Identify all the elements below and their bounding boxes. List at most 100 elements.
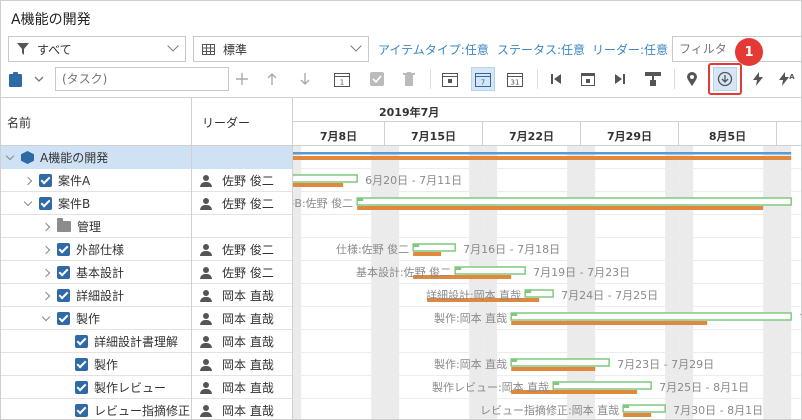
person-icon <box>200 266 212 279</box>
collapse-caret-icon[interactable] <box>41 291 51 300</box>
task-name-input[interactable] <box>55 67 229 91</box>
bar-prefix-label: 基本設計:佐野 俊二 <box>356 265 451 279</box>
map-pin-icon[interactable] <box>683 67 701 91</box>
leader-cell[interactable]: 佐野 俊二 <box>192 261 293 284</box>
leader-cell[interactable]: 岡本 直哉 <box>192 353 293 376</box>
task-name-cell[interactable]: 詳細設計書理解 <box>1 330 192 353</box>
task-name-cell[interactable]: 製作レビュー <box>1 376 192 399</box>
view-filter-select[interactable]: すべて <box>8 36 186 62</box>
calendar-day-icon[interactable] <box>439 67 461 91</box>
leader-cell[interactable]: 岡本 直哉 <box>192 376 293 399</box>
table-row[interactable]: レビュー指摘修正 岡本 直哉 <box>1 399 293 419</box>
table-row[interactable]: A機能の開発 <box>1 146 293 169</box>
trash-icon[interactable] <box>399 67 419 91</box>
task-name-cell[interactable]: レビュー指摘修正 <box>1 399 192 419</box>
task-name-cell[interactable]: A機能の開発 <box>1 146 192 169</box>
task-name-label: 製作 <box>76 312 101 326</box>
actual-bar <box>356 197 792 206</box>
hierarchy-icon[interactable] <box>642 67 664 91</box>
task-name-cell[interactable]: 詳細設計 <box>1 284 192 307</box>
item-type-filter-link[interactable]: アイテムタイプ:任意 <box>378 41 489 58</box>
actual-bar <box>622 404 666 413</box>
collapse-caret-icon[interactable] <box>23 176 33 185</box>
calendar-1-icon[interactable]: 1 <box>331 67 353 91</box>
task-check-icon <box>39 174 52 187</box>
table-row[interactable]: 管理 <box>1 215 293 238</box>
task-name-label: 詳細設計書理解 <box>94 335 179 349</box>
task-name-cell[interactable]: 製作 <box>1 307 192 330</box>
task-name-label: A機能の開発 <box>40 151 109 165</box>
table-row[interactable]: 詳細設計書理解 岡本 直哉 <box>1 330 293 353</box>
leader-cell[interactable]: 岡本 直哉 <box>192 399 293 419</box>
table-row[interactable]: 製作 岡本 直哉 <box>1 307 293 330</box>
table-row[interactable]: 製作 岡本 直哉 <box>1 353 293 376</box>
leader-cell[interactable]: 岡本 直哉 <box>192 307 293 330</box>
chevron-down-icon <box>350 40 362 52</box>
bar-date-label: 7月25日 - 8月1日 <box>659 381 749 394</box>
add-icon[interactable] <box>233 67 251 91</box>
table-row[interactable]: 基本設計 佐野 俊二 <box>1 261 293 284</box>
project-icon <box>21 151 34 164</box>
collapse-caret-icon[interactable] <box>41 222 51 231</box>
skip-first-icon[interactable] <box>546 67 566 91</box>
table-row[interactable]: 案件B 佐野 俊二 <box>1 192 293 215</box>
table-row[interactable]: 詳細設計 岡本 直哉 <box>1 284 293 307</box>
actual-bar <box>412 243 456 252</box>
leader-name: 岡本 直哉 <box>222 289 274 303</box>
leader-name: 岡本 直哉 <box>222 358 274 372</box>
actual-bar-cap <box>553 382 560 385</box>
calendar-week-icon[interactable]: 7 <box>471 67 495 91</box>
leader-cell[interactable]: 佐野 俊二 <box>192 238 293 261</box>
leader-cell[interactable]: 佐野 俊二 <box>192 192 293 215</box>
table-row[interactable]: 案件A 佐野 俊二 <box>1 169 293 192</box>
table-row[interactable]: 製作レビュー 岡本 直哉 <box>1 376 293 399</box>
leader-name: 佐野 俊二 <box>222 243 274 257</box>
leader-cell[interactable] <box>192 215 293 238</box>
skip-last-icon[interactable] <box>610 67 630 91</box>
week-header: 7月29日 <box>581 122 679 146</box>
task-name-cell[interactable]: 基本設計 <box>1 261 192 284</box>
bar-date-label: 7月30日 - 8月1日 <box>673 404 763 417</box>
task-check-icon <box>75 358 88 371</box>
leader-cell[interactable] <box>192 146 293 169</box>
leader-cell[interactable]: 岡本 直哉 <box>192 330 293 353</box>
chevron-down-icon[interactable] <box>31 67 47 91</box>
expand-caret-icon[interactable] <box>23 197 33 207</box>
expand-caret-icon[interactable] <box>5 151 15 161</box>
person-icon <box>200 243 212 256</box>
bar-date-label: 7月23日 - 7月29日 <box>617 358 714 371</box>
column-header-leader[interactable]: リーダー <box>192 98 293 146</box>
approve-icon[interactable] <box>367 67 387 91</box>
today-icon[interactable] <box>578 67 598 91</box>
arrow-up-icon[interactable] <box>263 67 281 91</box>
step-badge: 1 <box>735 38 763 66</box>
status-filter-link[interactable]: ステータス:任意 <box>497 41 585 58</box>
leader-name: 岡本 直哉 <box>222 335 274 349</box>
task-name-cell[interactable]: 管理 <box>1 215 192 238</box>
leader-cell[interactable]: 佐野 俊二 <box>192 169 293 192</box>
clipboard-icon[interactable] <box>7 67 23 91</box>
arrow-down-icon[interactable] <box>296 67 314 91</box>
collapse-caret-icon[interactable] <box>41 268 51 277</box>
task-check-icon <box>39 197 52 210</box>
leader-cell[interactable]: 岡本 直哉 <box>192 284 293 307</box>
lightning-auto-icon[interactable]: A <box>777 67 797 91</box>
column-header-name[interactable]: 名前 <box>1 98 192 146</box>
task-name-cell[interactable]: 製作 <box>1 353 192 376</box>
task-name-cell[interactable]: 案件B <box>1 192 192 215</box>
actual-bar-cap <box>357 198 364 201</box>
plan-bar <box>293 183 344 187</box>
collapse-caret-icon[interactable] <box>41 245 51 254</box>
actual-bar-cap <box>511 313 518 316</box>
lightning-icon[interactable] <box>749 67 767 91</box>
task-name-cell[interactable]: 外部仕様 <box>1 238 192 261</box>
table-row[interactable]: 外部仕様 佐野 俊二 <box>1 238 293 261</box>
bar-prefix-label: 件B:佐野 俊二 <box>293 196 353 210</box>
leader-name: 佐野 俊二 <box>222 197 274 211</box>
task-name-cell[interactable]: 案件A <box>1 169 192 192</box>
task-name-label: 製作レビュー <box>94 381 167 395</box>
calendar-month-icon[interactable]: 31 <box>504 67 526 91</box>
layout-select[interactable]: 標準 <box>193 36 369 62</box>
leader-filter-link[interactable]: リーダー:任意 <box>592 41 668 58</box>
expand-caret-icon[interactable] <box>41 312 51 322</box>
